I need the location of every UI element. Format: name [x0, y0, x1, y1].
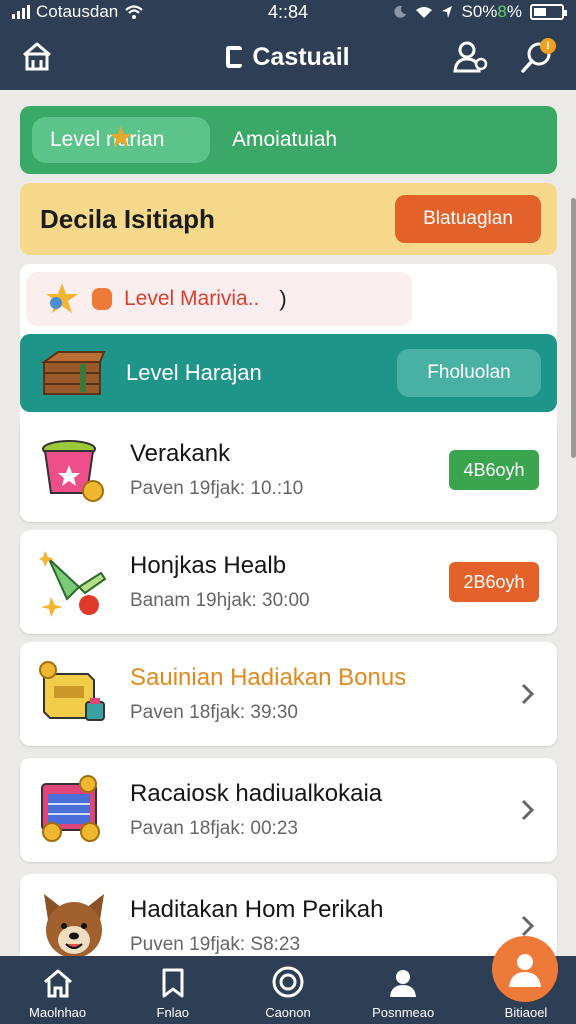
page-title: Castuail — [226, 43, 350, 72]
moon-icon — [394, 5, 407, 18]
daily-title: Decila Isitiaph — [40, 203, 215, 234]
home-icon — [43, 969, 72, 998]
profile-fab-button[interactable] — [492, 936, 558, 1002]
tab-level-other[interactable]: Amoiatuiah — [232, 128, 337, 152]
notification-badge: ! — [540, 38, 556, 54]
task-subtitle: Paven 18fjak: 39:30 — [130, 702, 298, 723]
app-logo-icon — [226, 46, 243, 68]
location-icon — [442, 6, 453, 18]
nav-label-profile: Bitiaoel — [504, 1005, 548, 1020]
level-info-pill[interactable]: Level Marivia.. ) — [26, 272, 412, 326]
task-card[interactable]: Honjkas Healb Banam 19hjak: 30:00 2B6oyh — [20, 530, 557, 634]
user-settings-icon — [453, 41, 488, 73]
task-title: Sauinian Hadiakan Bonus — [130, 664, 407, 691]
reward-badge[interactable]: 4B6oyh — [449, 450, 539, 490]
daily-banner: Decila Isitiaph Blatuaglan — [20, 183, 557, 255]
wifi-icon — [416, 7, 433, 18]
home-icon — [23, 42, 51, 71]
home-button[interactable] — [16, 36, 58, 78]
dog-avatar-icon — [38, 890, 110, 956]
star-icon — [46, 283, 78, 313]
search-button[interactable]: ! — [516, 36, 558, 78]
task-title: Honjkas Healb — [130, 552, 287, 579]
chest-icon — [40, 351, 106, 395]
level-banner: Level Harajan Fholuolan — [20, 334, 557, 412]
task-subtitle: Paven 19fjak: 10.:10 — [130, 478, 304, 499]
nav-item-target[interactable]: Caonon — [230, 956, 345, 1024]
nav-item-person[interactable]: Posnmeao — [346, 956, 461, 1024]
chevron-right-icon[interactable] — [515, 682, 539, 706]
task-card[interactable]: Racaiosk hadiualkokaia Pavan 18fjak: 00:… — [20, 758, 557, 862]
bucket-star-icon — [38, 434, 110, 506]
task-subtitle: Banam 19hjak: 30:00 — [130, 590, 310, 611]
battery-percent: S0%8% — [461, 2, 522, 21]
task-card[interactable]: Sauinian Hadiakan Bonus Paven 18fjak: 39… — [20, 642, 557, 746]
tag-icon — [92, 288, 112, 310]
party-horn-icon — [38, 546, 110, 618]
level-banner-button[interactable]: Fholuolan — [397, 349, 541, 397]
task-card[interactable]: Verakank Paven 19fjak: 10.:10 4B6oyh — [20, 418, 557, 522]
nav-item-home[interactable]: Maolnhao — [0, 956, 115, 1024]
profile-icon — [509, 954, 541, 987]
reward-badge[interactable]: 2B6oyh — [449, 562, 539, 602]
calendar-coins-icon — [38, 774, 110, 846]
star-icon — [110, 126, 132, 147]
task-title: Racaiosk hadiualkokaia — [130, 780, 383, 807]
app-header: Castuail ! — [0, 24, 576, 90]
bonus-box-icon — [38, 658, 110, 730]
bookmark-icon — [162, 968, 184, 998]
task-card[interactable]: Haditakan Hom Perikah Puven 19fjak: S8:2… — [20, 874, 557, 956]
task-subtitle: Puven 19fjak: S8:23 — [130, 934, 301, 955]
level-banner-title: Level Harajan — [126, 360, 262, 385]
target-icon — [272, 966, 304, 998]
person-icon — [390, 970, 417, 997]
task-subtitle: Pavan 18fjak: 00:23 — [130, 818, 298, 839]
level-tabs: Level narian Amoiatuiah — [20, 106, 557, 174]
user-switch-button[interactable] — [450, 36, 492, 78]
chevron-right-icon[interactable] — [515, 798, 539, 822]
scrollbar[interactable] — [571, 198, 576, 458]
chevron-right-icon[interactable] — [515, 914, 539, 938]
status-bar: Cotausdan 4::84 S0%8% — [0, 0, 576, 24]
main-content: Level narian Amoiatuiah Decila Isitiaph … — [0, 90, 576, 956]
task-title: Haditakan Hom Perikah — [130, 896, 384, 923]
nav-item-bookmark[interactable]: Fnlao — [115, 956, 230, 1024]
task-title: Verakank — [130, 440, 231, 467]
daily-claim-button[interactable]: Blatuaglan — [395, 195, 541, 243]
battery-icon — [530, 4, 567, 20]
